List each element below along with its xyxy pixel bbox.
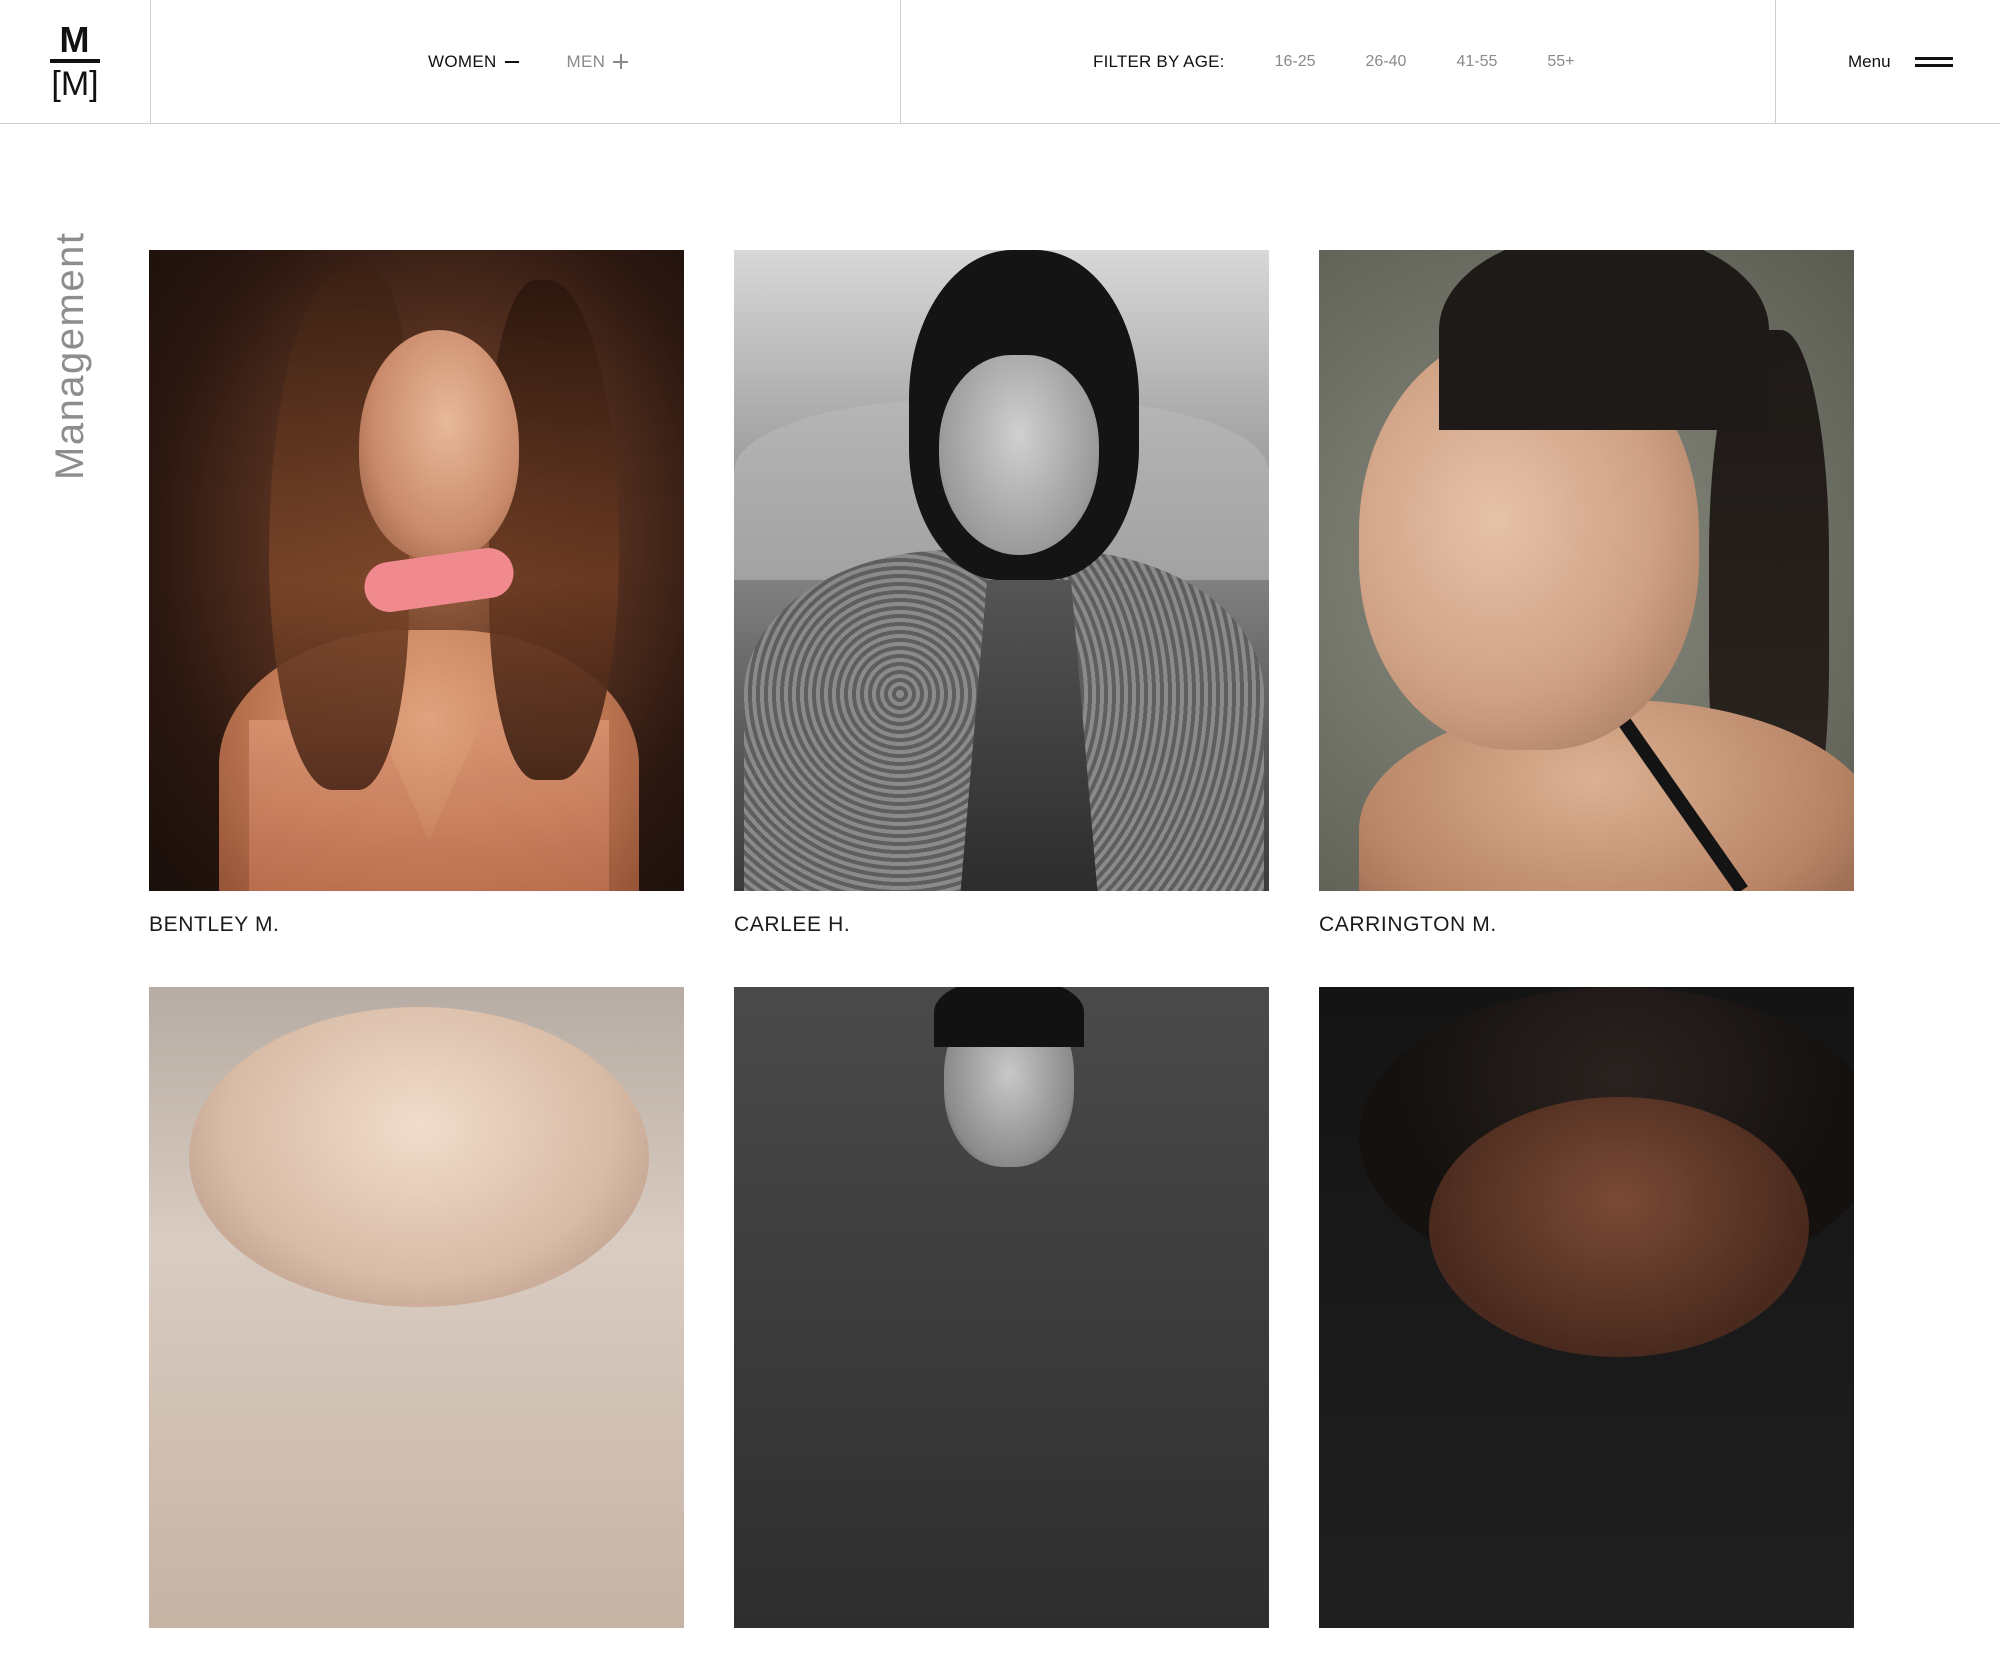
model-photo[interactable] [1319, 250, 1854, 891]
age-option-26-40[interactable]: 26-40 [1366, 53, 1407, 71]
model-name[interactable] [149, 1650, 684, 1676]
menu-cell: Menu [1776, 0, 2000, 123]
age-option-16-25[interactable]: 16-25 [1275, 53, 1316, 71]
site-logo[interactable]: M [M] [50, 18, 100, 103]
model-name[interactable]: BENTLEY M. [149, 913, 684, 939]
age-option-41-55[interactable]: 41-55 [1456, 53, 1497, 71]
logo-cell: M [M] [0, 0, 151, 123]
model-name[interactable]: CARLEE H. [734, 913, 1269, 939]
model-card[interactable] [734, 987, 1269, 1676]
age-filter: FILTER BY AGE: 16-25 26-40 41-55 55+ [901, 0, 1776, 123]
plus-icon [613, 54, 629, 69]
model-photo[interactable] [734, 987, 1269, 1628]
model-name[interactable]: CARRINGTON M. [1319, 913, 1854, 939]
model-name[interactable] [734, 1650, 1269, 1676]
hamburger-icon[interactable] [1914, 56, 1953, 67]
nav-men-label: MEN [566, 51, 606, 71]
model-card[interactable] [149, 987, 684, 1676]
logo-bottom-letter: [M] [51, 64, 99, 103]
model-card[interactable] [1319, 987, 1854, 1676]
logo-divider [50, 58, 100, 63]
logo-top-letter: M [59, 18, 91, 60]
minus-icon [504, 60, 519, 63]
filter-label: FILTER BY AGE: [1093, 51, 1225, 71]
model-photo[interactable] [734, 250, 1269, 891]
model-card[interactable]: BENTLEY M. [149, 250, 684, 939]
model-card[interactable]: CARRINGTON M. [1319, 250, 1854, 939]
model-photo[interactable] [149, 250, 684, 891]
model-name[interactable] [1319, 1650, 1854, 1676]
site-header: M [M] WOMEN MEN FILTER BY AGE: 16-25 26-… [0, 0, 2000, 124]
model-photo[interactable] [149, 987, 684, 1628]
nav-men[interactable]: MEN [567, 52, 629, 72]
model-card[interactable]: CARLEE H. [734, 250, 1269, 939]
age-option-55-plus[interactable]: 55+ [1547, 53, 1574, 71]
model-photo[interactable] [1319, 987, 1854, 1628]
section-side-label: Management [48, 231, 92, 480]
menu-label[interactable]: Menu [1848, 52, 1891, 72]
nav-women-label: WOMEN [428, 51, 497, 71]
gender-nav: WOMEN MEN [151, 0, 901, 123]
model-grid: BENTLEY M. CARLEE H. CARRINGTON M. [149, 250, 1854, 1676]
nav-women[interactable]: WOMEN [428, 52, 519, 72]
